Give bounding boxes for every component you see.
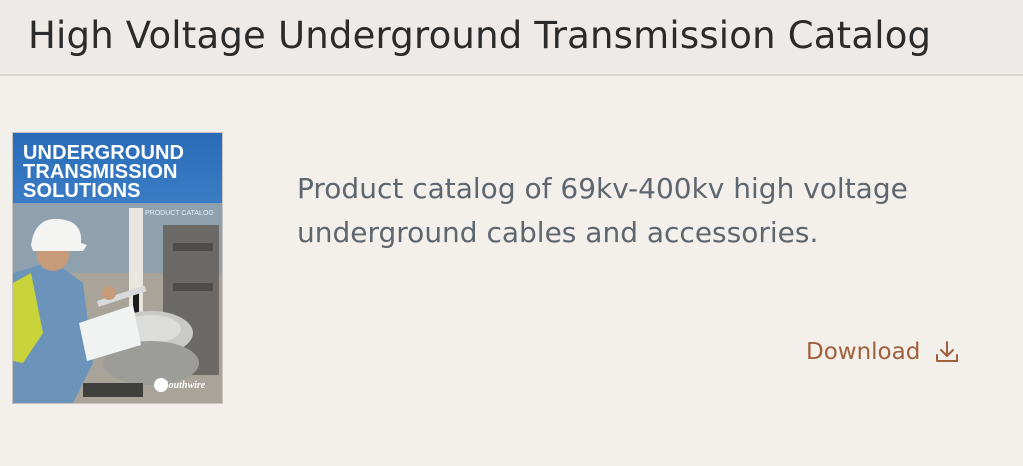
download-link[interactable]: Download xyxy=(806,337,960,367)
cover-title: UNDERGROUND TRANSMISSION SOLUTIONS xyxy=(23,143,222,202)
download-icon xyxy=(936,341,959,362)
catalog-title: High Voltage Underground Transmission Ca… xyxy=(28,14,932,57)
cover-title-line: SOLUTIONS xyxy=(23,180,141,202)
cover-subtitle: PRODUCT CATALOG xyxy=(145,210,214,217)
catalog-cover-image[interactable]: UNDERGROUND TRANSMISSION SOLUTIONS PRODU… xyxy=(12,132,223,404)
card-header: High Voltage Underground Transmission Ca… xyxy=(0,0,1023,76)
catalog-card: High Voltage Underground Transmission Ca… xyxy=(0,0,1023,466)
cover-brand: Southwire xyxy=(163,380,206,391)
download-label: Download xyxy=(806,339,921,365)
catalog-description: Product catalog of 69kv-400kv high volta… xyxy=(297,172,908,249)
